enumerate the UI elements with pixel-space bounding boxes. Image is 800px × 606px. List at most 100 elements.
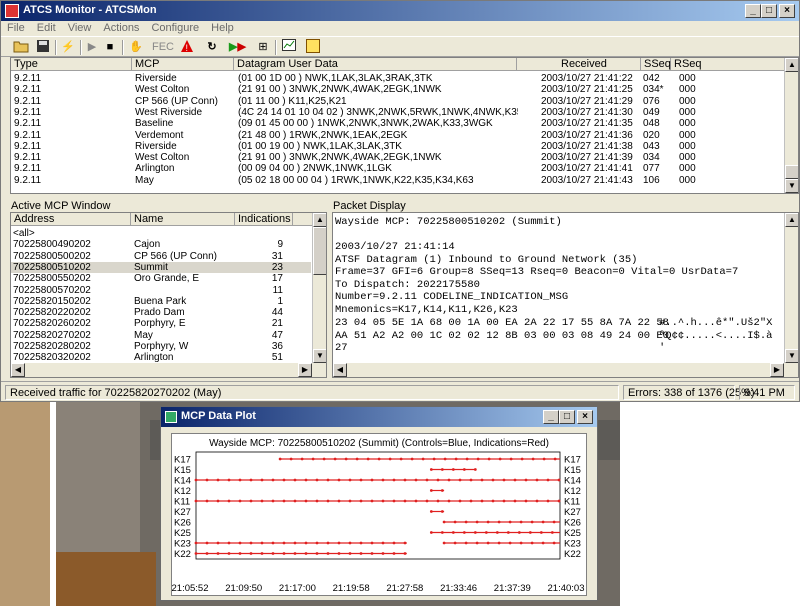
mcp-scroll-up-button[interactable]: ▲ [313,213,326,227]
mcp-address: 70225820280202 [13,341,91,352]
plot-title-bar[interactable]: MCP Data Plot _ □ × [161,407,597,427]
open-folder-icon[interactable] [13,39,29,56]
chart-icon[interactable] [281,39,297,56]
mcp-scroll-right-button[interactable]: ▶ [298,363,312,377]
packet-scrollbar[interactable]: ▲ ▼ [784,213,798,363]
list-item[interactable]: 70225820280202 Porphyry, W 36 [11,341,311,352]
row-label-right: K25 [564,528,581,539]
mcp-scroll-down-button[interactable]: ▼ [313,349,326,363]
list-item[interactable]: 70225820320202 Arlington 51 [11,352,311,363]
plot-maximize-button[interactable]: □ [559,410,575,424]
table-row[interactable]: 9.2.11 Riverside (01 00 1D 00 ) NWK,1LAK,3… [11,73,783,84]
menu-edit[interactable]: Edit [31,21,62,34]
maximize-button[interactable]: □ [761,4,777,18]
title-bar[interactable]: ATCS Monitor - ATCSMon _ □ × [1,1,799,21]
row-label-left: K11 [174,497,190,508]
col-indications[interactable]: Indications [235,213,293,226]
table-row[interactable]: 9.2.11 Verdemont (21 48 00 ) 1RWK,2NWK,1EA… [11,130,783,141]
menu-actions[interactable]: Actions [97,21,145,34]
menu-help[interactable]: Help [205,21,240,34]
mcp-hscrollbar[interactable]: ◀ ▶ [11,363,326,377]
minimize-button[interactable]: _ [745,4,761,18]
mcp-scroll-left-button[interactable]: ◀ [11,363,25,377]
indication-point [315,478,319,482]
col-type[interactable]: Type [11,58,132,71]
play-icon[interactable]: ▶ [86,39,98,56]
indication-point [359,552,363,555]
indication-point [216,478,220,482]
config-icon[interactable] [305,39,321,56]
list-item[interactable]: 70225820220202 Prado Dam 44 [11,307,311,318]
mcp-indications: 11 [272,284,283,296]
indication-point [487,457,491,461]
indication-point [293,552,297,555]
scroll-down-button[interactable]: ▼ [785,179,798,193]
packet-scroll-right-button[interactable]: ▶ [770,363,784,377]
list-item[interactable]: <all> [11,228,311,239]
indication-point [326,478,330,482]
col-address[interactable]: Address [11,213,131,226]
list-item[interactable]: 70225820270202 May 47 [11,330,311,341]
save-icon[interactable] [35,39,51,56]
x-tick-label: 21:17:00 [279,583,316,594]
list-item[interactable]: 70225800510202 Summit 23 [11,261,311,273]
table-cell: 106 [643,174,660,186]
fec-button[interactable]: FEC [152,39,174,56]
table-row[interactable]: 9.2.11 West Riverside (4C 24 14 01 10 04 0… [11,107,783,118]
plot-close-button[interactable]: × [577,410,593,424]
packet-pane-title: Packet Display [333,200,406,212]
col-rseq[interactable]: RSeq [671,58,785,71]
indication-point [271,499,275,503]
list-item[interactable]: 70225800570202 11 [11,285,311,296]
packet-hscrollbar[interactable]: ◀ ▶ [333,363,798,377]
table-row[interactable]: 9.2.11 Riverside (01 00 19 00 ) NWK,1LAK,3… [11,141,783,152]
table-row[interactable]: 9.2.11 May (05 02 18 00 00 04 ) 1RWK,1NWK,… [11,175,783,186]
mcp-scrollbar[interactable]: ▲ ▼ [312,213,326,363]
plot-minimize-button[interactable]: _ [543,410,559,424]
table-row[interactable]: 9.2.11 CP 566 (UP Conn) (01 11 00 ) K11,K2… [11,96,783,107]
datagram-scrollbar[interactable]: ▲ ▼ [784,58,798,193]
list-item[interactable]: 70225800490202 Cajon 9 [11,239,311,250]
col-user-data[interactable]: Datagram User Data [234,58,517,71]
packet-scroll-left-button[interactable]: ◀ [333,363,347,377]
col-sseq[interactable]: SSeq [641,58,671,71]
list-item[interactable]: 70225820260202 Porphyry, E 21 [11,318,311,329]
mcp-list[interactable]: Address Name Indications <all> 7022580049… [10,212,327,378]
lightning-icon[interactable]: ⚡ [61,39,75,56]
col-name[interactable]: Name [131,213,235,226]
list-item[interactable]: 70225800500202 CP 566 (UP Conn) 31 [11,251,311,262]
packet-scroll-up-button[interactable]: ▲ [785,213,798,227]
table-cell: West Colton [135,84,190,96]
warning-icon[interactable]: ! [179,39,195,56]
indication-point [293,499,297,503]
table-row[interactable]: 9.2.11 Arlington (00 09 04 00 ) 2NWK,1NWK,… [11,163,783,174]
menu-file[interactable]: File [1,21,31,34]
stop-icon[interactable]: ■ [104,39,116,56]
indication-point [348,478,352,482]
packet-scroll-down-button[interactable]: ▼ [785,349,798,363]
datagram-list[interactable]: Type MCP Datagram User Data Received SSe… [10,57,799,194]
indication-point [506,531,510,534]
filter-icon[interactable]: ⊞ [255,39,271,56]
packet-display[interactable]: Wayside MCP: 70225800510202 (Summit) 2003… [332,212,799,378]
menu-configure[interactable]: Configure [145,21,205,34]
hand-icon[interactable]: ✋ [128,39,144,56]
col-received[interactable]: Received [517,58,641,71]
mcp-name: Summit [134,261,168,273]
scroll-up-button[interactable]: ▲ [785,58,798,72]
table-cell: 9.2.11 [14,140,42,152]
table-row[interactable]: 9.2.11 West Colton (21 91 00 ) 3NWK,2NWK,4… [11,152,783,163]
background-shape [56,552,156,606]
table-row[interactable]: 9.2.11 West Colton (21 91 00 ) 3NWK,2NWK,4… [11,84,783,95]
list-item[interactable]: 70225820150202 Buena Park 1 [11,296,311,307]
list-item[interactable]: 70225800550202 Oro Grande, E 17 [11,273,311,284]
close-button[interactable]: × [779,4,795,18]
table-row[interactable]: 9.2.11 Baseline (09 01 45 00 00 ) 1NWK,2NW… [11,118,783,129]
mcp-scroll-thumb[interactable] [313,227,326,275]
menu-view[interactable]: View [62,21,98,34]
fast-forward-icon[interactable]: ▶▶ [229,39,246,56]
scroll-thumb[interactable] [785,165,798,179]
table-cell: (4C 24 14 01 10 04 02 ) 3NWK,2NWK,5RWK,1… [238,106,518,118]
refresh-icon[interactable]: ↻ [204,39,220,56]
col-mcp[interactable]: MCP [132,58,234,71]
